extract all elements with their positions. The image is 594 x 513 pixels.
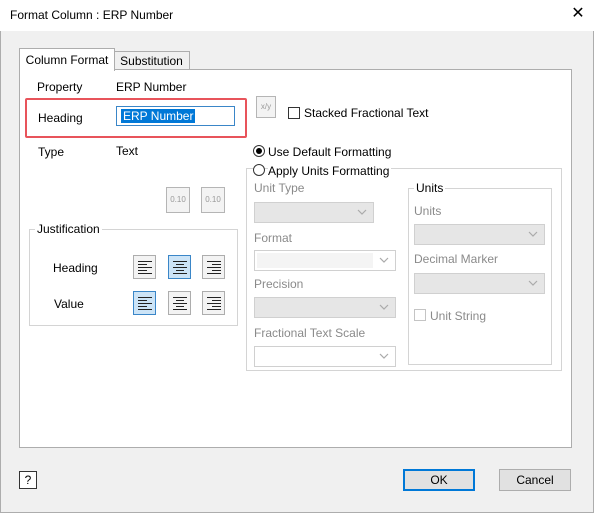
chevron-down-icon — [379, 353, 389, 359]
property-value: ERP Number — [116, 80, 187, 94]
property-label: Property — [37, 80, 83, 94]
format-select-field — [257, 253, 373, 268]
heading-align-left-button[interactable] — [133, 255, 156, 279]
window-title: Format Column : ERP Number — [10, 8, 174, 22]
use-default-formatting-radio[interactable] — [253, 145, 265, 157]
chevron-down-icon — [528, 231, 538, 237]
value-align-left-button[interactable] — [133, 291, 156, 315]
units-label: Units — [414, 204, 442, 218]
align-right-icon — [207, 261, 221, 274]
stack-fraction-icon[interactable]: x/y — [256, 96, 276, 118]
chevron-down-icon — [379, 257, 389, 263]
increase-precision-button[interactable]: 0.10 — [201, 187, 225, 213]
format-select[interactable] — [254, 250, 396, 271]
stacked-fractional-text-label: Stacked Fractional Text — [304, 106, 429, 120]
unit-type-label: Unit Type — [254, 181, 305, 195]
chevron-down-icon — [357, 209, 367, 215]
heading-input[interactable]: ERP Number — [116, 106, 235, 126]
align-center-icon — [173, 261, 187, 274]
units-group-label: Units — [414, 181, 446, 195]
apply-units-formatting-label: Apply Units Formatting — [268, 164, 392, 178]
align-left-icon — [138, 297, 152, 310]
close-icon[interactable]: ✕ — [568, 4, 588, 24]
justification-group-label: Justification — [35, 222, 102, 236]
fractional-text-scale-label: Fractional Text Scale — [254, 326, 366, 340]
units-select[interactable] — [414, 224, 545, 245]
type-value: Text — [116, 144, 139, 158]
unit-type-select[interactable] — [254, 202, 374, 223]
unit-string-label: Unit String — [430, 309, 487, 323]
tab-substitution[interactable]: Substitution — [113, 51, 190, 70]
align-left-icon — [138, 261, 152, 274]
heading-label: Heading — [38, 111, 83, 125]
help-icon[interactable]: ? — [19, 471, 37, 489]
heading-align-center-button[interactable] — [168, 255, 191, 279]
decimal-marker-select[interactable] — [414, 273, 545, 294]
stacked-fractional-text-checkbox[interactable] — [288, 107, 300, 119]
apply-units-formatting-radio[interactable] — [253, 164, 265, 176]
align-right-icon — [207, 297, 221, 310]
format-label: Format — [254, 231, 293, 245]
cancel-button[interactable]: Cancel — [499, 469, 571, 491]
heading-input-value: ERP Number — [121, 109, 196, 123]
heading-align-right-button[interactable] — [202, 255, 225, 279]
precision-select[interactable] — [254, 297, 396, 318]
type-label: Type — [38, 145, 65, 159]
decimal-marker-label: Decimal Marker — [414, 252, 499, 266]
chevron-down-icon — [379, 304, 389, 310]
use-default-formatting-label: Use Default Formatting — [268, 145, 392, 159]
precision-label: Precision — [254, 277, 304, 291]
align-center-icon — [173, 297, 187, 310]
justification-value-label: Value — [54, 297, 84, 311]
decrease-precision-button[interactable]: 0.10 — [166, 187, 190, 213]
chevron-down-icon — [528, 280, 538, 286]
value-align-center-button[interactable] — [168, 291, 191, 315]
ok-button[interactable]: OK — [403, 469, 475, 491]
justification-heading-label: Heading — [53, 261, 98, 275]
tab-column-format[interactable]: Column Format — [19, 48, 115, 71]
value-align-right-button[interactable] — [202, 291, 225, 315]
fractional-text-scale-select[interactable] — [254, 346, 396, 367]
unit-string-checkbox[interactable] — [414, 309, 426, 321]
